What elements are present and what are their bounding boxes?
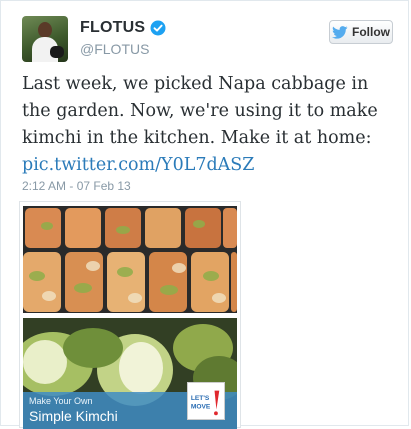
jar-row-top — [25, 208, 237, 248]
banner-line-2: Simple Kimchi — [29, 408, 118, 424]
kimchi-jars-photo — [23, 206, 237, 313]
user-handle[interactable]: @FLOTUS — [80, 41, 149, 57]
tweet-timestamp[interactable]: 2:12 AM - 07 Feb 13 — [22, 179, 131, 193]
follow-button-label: Follow — [352, 25, 390, 39]
follow-button[interactable]: Follow — [329, 20, 393, 44]
svg-text:MOVE: MOVE — [191, 404, 211, 411]
tweet-media-link[interactable]: pic.twitter.com/Y0L7dASZ — [22, 152, 254, 179]
lets-move-logo: LET'S MOVE — [187, 382, 225, 420]
avatar-dog — [50, 46, 64, 58]
display-name[interactable]: FLOTUS — [80, 19, 145, 37]
svg-text:LET'S: LET'S — [191, 395, 210, 402]
tweet-body: Last week, we picked Napa cabbage in the… — [22, 74, 378, 148]
lets-move-logo-graphic: LET'S MOVE — [188, 383, 224, 419]
name-row: FLOTUS — [80, 19, 166, 37]
kimchi-jars-illustration — [23, 206, 237, 313]
jar-row-bottom — [23, 252, 237, 312]
tweet-text: Last week, we picked Napa cabbage in the… — [22, 71, 402, 179]
napa-cabbage-photo: Make Your Own Simple Kimchi LET'S MOVE — [23, 318, 237, 429]
verified-badge-icon — [150, 20, 166, 36]
avatar[interactable] — [22, 16, 68, 62]
tweet-card: FLOTUS @FLOTUS Follow Last week, we pick… — [0, 0, 409, 429]
media-preview[interactable]: Make Your Own Simple Kimchi LET'S MOVE — [19, 201, 241, 429]
avatar-person-head — [38, 22, 52, 38]
twitter-bird-icon — [332, 25, 348, 39]
banner-line-1: Make Your Own — [29, 396, 93, 406]
